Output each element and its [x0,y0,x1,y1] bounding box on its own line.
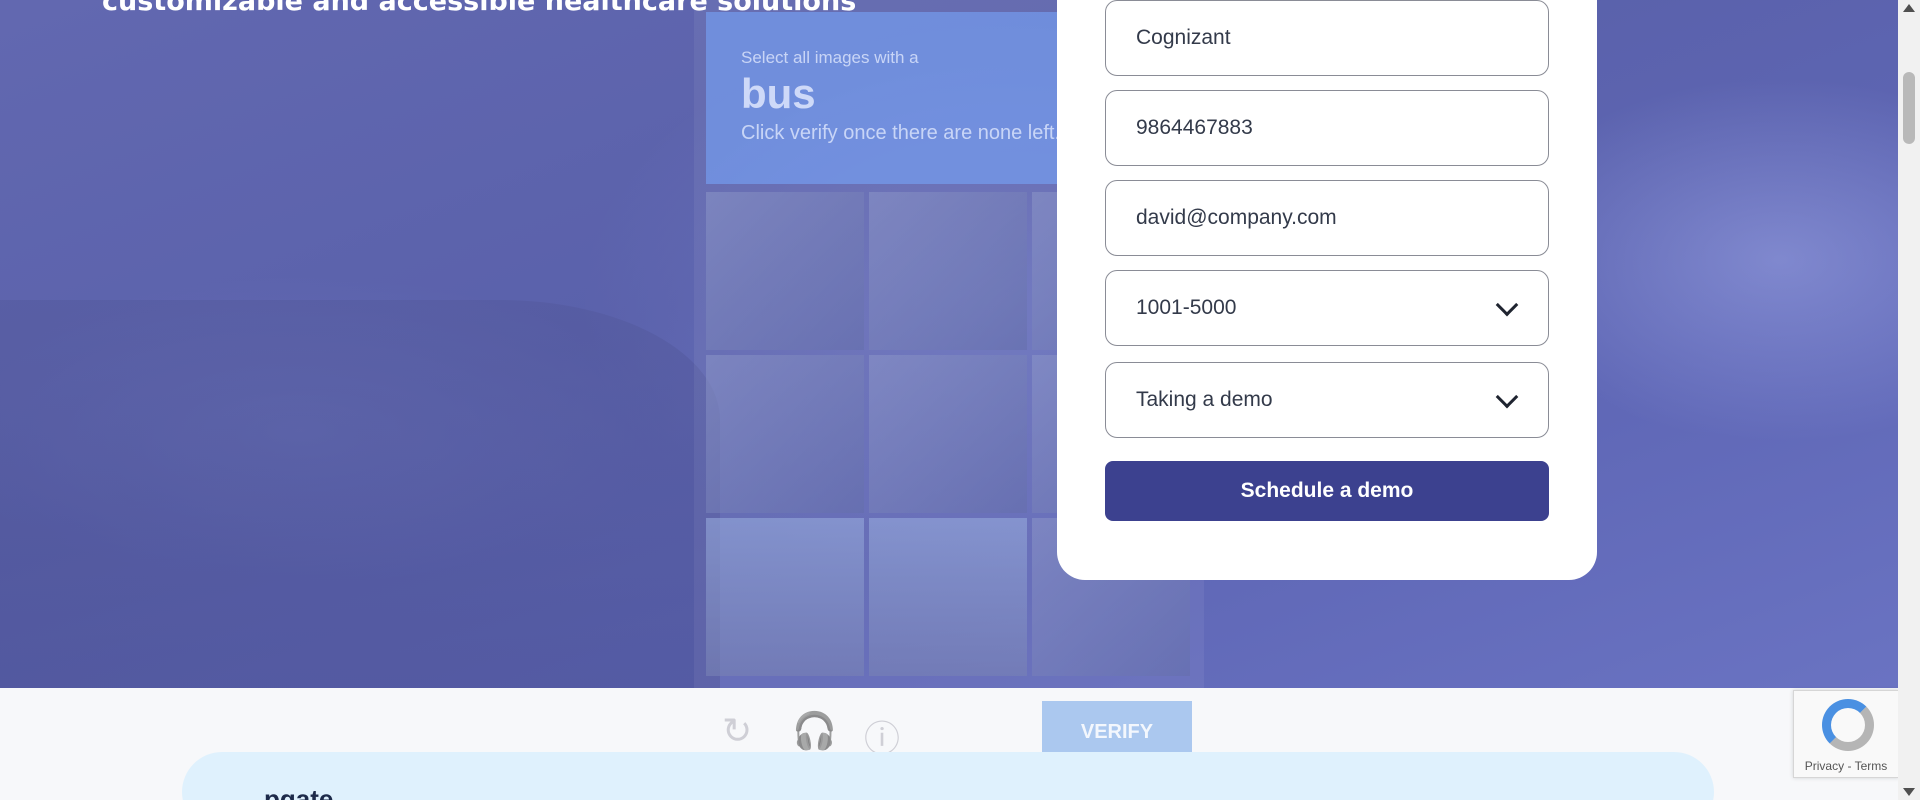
captcha-target-word: bus [741,70,816,117]
email-value: david@company.com [1136,206,1337,229]
phone-field[interactable]: 9864467883 [1105,90,1549,166]
chevron-down-icon [1496,389,1518,411]
captcha-tile[interactable] [706,192,864,350]
company-size-select[interactable]: 1001-5000 [1105,270,1549,346]
captcha-tile[interactable] [706,355,864,513]
terms-link[interactable]: Terms [1855,759,1888,773]
lower-panel [182,752,1714,800]
privacy-link[interactable]: Privacy [1805,759,1844,773]
recaptcha-icon [1822,699,1874,751]
captcha-tile[interactable] [869,355,1027,513]
company-field[interactable]: Cognizant [1105,0,1549,76]
recaptcha-links: Privacy - Terms [1794,759,1898,773]
company-value: Cognizant [1136,26,1231,49]
captcha-tile[interactable] [869,518,1027,676]
scrollbar-thumb[interactable] [1903,72,1915,144]
scroll-down-arrow-icon[interactable] [1903,788,1915,796]
interest-value: Taking a demo [1136,388,1273,411]
schedule-demo-button[interactable]: Schedule a demo [1105,461,1549,521]
captcha-prompt: Select all images with a [741,48,919,67]
captcha-tile[interactable] [706,518,864,676]
email-field[interactable]: david@company.com [1105,180,1549,256]
scroll-up-arrow-icon[interactable] [1903,4,1915,12]
recaptcha-badge[interactable]: Privacy - Terms [1793,690,1899,778]
link-separator: - [1844,759,1855,773]
audio-icon[interactable]: 🎧 [792,710,837,752]
phone-value: 9864467883 [1136,116,1253,139]
refresh-icon[interactable]: ↻ [722,710,752,752]
interest-select[interactable]: Taking a demo [1105,362,1549,438]
captcha-instruction: Click verify once there are none left. [741,122,1061,144]
company-size-value: 1001-5000 [1136,296,1237,319]
hero-background-image [0,300,720,688]
captcha-tile[interactable] [869,192,1027,350]
scrollbar[interactable] [1898,0,1920,800]
chevron-down-icon [1496,297,1518,319]
partner-logo: pgate [264,784,334,800]
